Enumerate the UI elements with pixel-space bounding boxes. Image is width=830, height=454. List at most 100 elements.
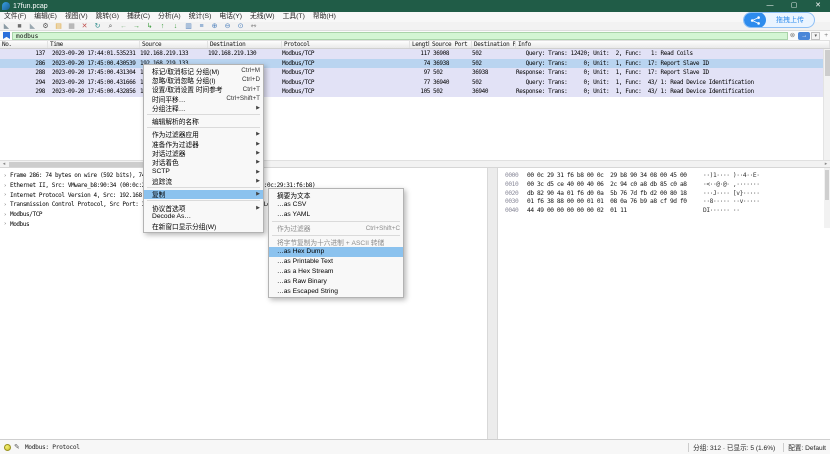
forward-icon[interactable]: → (130, 22, 143, 31)
menu-bar-item[interactable]: 跳转(G) (92, 12, 123, 22)
expert-info-icon[interactable] (4, 444, 11, 451)
open-file-icon[interactable]: ▤ (52, 22, 65, 31)
maximize-button[interactable]: ▢ (782, 0, 806, 12)
packet-row[interactable]: 294 2023-09-20 17:45:00.431666 192.168.2… (0, 78, 830, 88)
submenu-item[interactable]: …as YAML ▶ (269, 210, 403, 220)
packet-list-vertical-scrollbar[interactable] (823, 49, 830, 160)
packet-row[interactable]: 298 2023-09-20 17:45:00.432856 192.168.2… (0, 87, 830, 97)
upload-overlay-button[interactable]: 拖拽上传 (743, 12, 815, 28)
menu-bar-item[interactable]: 帮助(H) (309, 12, 340, 22)
context-menu-item[interactable]: 追踪流 ▶ (144, 176, 263, 185)
scroll-right-arrow-icon[interactable]: ▸ (822, 161, 830, 168)
display-filter-input[interactable]: modbus (12, 32, 788, 40)
filter-clear-icon[interactable]: ⊗ (788, 31, 797, 41)
expand-chevron-icon[interactable]: › (0, 192, 10, 198)
menu-bar-item[interactable]: 编辑(E) (30, 12, 61, 22)
zoom-out-icon[interactable]: ⊖ (221, 22, 234, 31)
menu-bar-item[interactable]: 视图(V) (61, 12, 92, 22)
hex-pane-scrollbar[interactable] (824, 168, 830, 228)
column-header-length[interactable]: Length (410, 41, 430, 48)
filter-apply-icon[interactable]: → (798, 32, 810, 40)
save-file-icon[interactable]: ▦ (65, 22, 78, 31)
column-header-source-port[interactable]: Source Port (430, 41, 472, 48)
context-menu-item[interactable]: 分组注释… ▶ (144, 103, 263, 112)
capture-options-icon[interactable]: ⚙ (39, 22, 52, 31)
context-menu-item[interactable]: 作为过滤器应用 ▶ (144, 130, 263, 139)
column-header-time[interactable]: Time (48, 41, 140, 48)
scroll-left-arrow-icon[interactable]: ◂ (0, 161, 8, 168)
submenu-item[interactable]: …as Escaped String ▶ (269, 286, 403, 296)
context-menu-item[interactable]: 设置/取消设置 时间参考 Ctrl+T ▶ (144, 85, 263, 94)
menu-bar-item[interactable]: 捕获(C) (123, 12, 154, 22)
context-menu-item[interactable]: 准备作为过滤器 ▶ (144, 139, 263, 148)
submenu-item[interactable]: 将字节复制为十六进制 + ASCII 转储 ▶ (269, 237, 403, 247)
close-file-icon[interactable]: ✕ (78, 22, 91, 31)
go-top-icon[interactable]: ↑ (156, 22, 169, 31)
hex-dump-row[interactable]: 0020 db 82 90 4a 01 f6 d0 0a 5b 76 7d fb… (505, 190, 830, 199)
column-header-no[interactable]: No. (0, 41, 48, 48)
context-menu-item[interactable]: 对话过滤器 ▶ (144, 148, 263, 157)
context-menu-item[interactable]: SCTP ▶ (144, 167, 263, 176)
menu-bar-item[interactable]: 电话(Y) (215, 12, 246, 22)
scrollbar-thumb[interactable] (825, 50, 830, 76)
capture-comment-icon[interactable]: ✎ (14, 443, 20, 451)
zoom-in-icon[interactable]: ⊕ (208, 22, 221, 31)
submenu-item[interactable]: …as a Hex Stream ▶ (269, 267, 403, 277)
menu-bar-item[interactable]: 文件(F) (0, 12, 30, 22)
restart-capture-icon[interactable]: ◣ (26, 22, 39, 31)
column-header-source[interactable]: Source (140, 41, 208, 48)
context-menu-item[interactable]: 时间平移… Ctrl+Shift+T ▶ (144, 94, 263, 103)
menu-bar-item[interactable]: 工具(T) (279, 12, 309, 22)
stop-capture-icon[interactable]: ■ (13, 22, 26, 31)
auto-scroll-icon[interactable]: ≡ (195, 22, 208, 31)
expand-chevron-icon[interactable]: › (0, 221, 10, 227)
expand-chevron-icon[interactable]: › (0, 202, 10, 208)
scrollbar-thumb[interactable] (825, 170, 829, 200)
column-header-info[interactable]: Info (516, 41, 830, 48)
hex-dump-row[interactable]: 0000 00 0c 29 31 f6 b8 00 0c 29 b8 90 34… (505, 172, 830, 181)
goto-packet-icon[interactable]: ↳ (143, 22, 156, 31)
context-menu-item[interactable]: 编辑解析的名称 ▶ (144, 116, 263, 125)
reload-icon[interactable]: ↻ (91, 22, 104, 31)
column-header-destination-port[interactable]: Destination Port (472, 41, 516, 48)
submenu-item[interactable]: …as Printable Text ▶ (269, 257, 403, 267)
expand-chevron-icon[interactable]: › (0, 183, 10, 189)
pane-splitter[interactable] (487, 168, 498, 439)
column-header-protocol[interactable]: Protocol (282, 41, 410, 48)
hex-dump-row[interactable]: 0030 01 f6 38 88 00 00 01 01 08 0a 76 b9… (505, 198, 830, 207)
context-menu-item[interactable]: 协议首选项 ▶ (144, 203, 263, 212)
menu-bar-item[interactable]: 分析(A) (154, 12, 185, 22)
expand-chevron-icon[interactable]: › (0, 212, 10, 218)
minimize-button[interactable]: — (758, 0, 782, 12)
context-menu-item[interactable]: Decode As… ▶ (144, 212, 263, 221)
submenu-item[interactable]: …as CSV ▶ (269, 200, 403, 210)
submenu-item[interactable]: …as Raw Binary ▶ (269, 276, 403, 286)
expand-chevron-icon[interactable]: › (0, 173, 10, 179)
filter-add-button[interactable]: + (822, 31, 830, 41)
start-capture-icon[interactable]: ◣ (0, 22, 13, 31)
column-header-destination[interactable]: Destination (208, 41, 282, 48)
hex-dump-row[interactable]: 0040 44 49 00 00 00 00 00 02 01 11 DI···… (505, 207, 830, 216)
profile-text[interactable]: 配置: Default (788, 442, 830, 452)
context-menu-item[interactable]: 对话着色 ▶ (144, 158, 263, 167)
submenu-item[interactable]: 作为过滤器 Ctrl+Shift+C ▶ (269, 223, 403, 233)
find-packet-icon[interactable]: ⌕ (104, 22, 117, 31)
context-menu-item[interactable]: 标记/取消标记 分组(M) Ctrl+M ▶ (144, 66, 263, 75)
packet-row[interactable]: 286 2023-09-20 17:45:00.430539 192.168.2… (0, 59, 830, 69)
packet-list-horizontal-scrollbar[interactable]: ◂ ▸ (0, 160, 830, 168)
resize-columns-icon[interactable]: ⇿ (247, 22, 260, 31)
close-button[interactable]: ✕ (806, 0, 830, 12)
packet-row[interactable]: 288 2023-09-20 17:45:00.431304 192.168.2… (0, 68, 830, 78)
filter-dropdown-icon[interactable]: ▾ (811, 32, 820, 40)
zoom-reset-icon[interactable]: ⊙ (234, 22, 247, 31)
packet-row[interactable]: 137 2023-09-20 17:44:01.535231 192.168.2… (0, 49, 830, 59)
filter-bookmark-icon[interactable] (3, 32, 10, 39)
context-menu-item[interactable]: 忽略/取消忽略 分组(I) Ctrl+D ▶ (144, 75, 263, 84)
go-bottom-icon[interactable]: ↓ (169, 22, 182, 31)
back-icon[interactable]: ← (117, 22, 130, 31)
menu-bar-item[interactable]: 无线(W) (246, 12, 279, 22)
menu-bar-item[interactable]: 统计(S) (185, 12, 216, 22)
colorize-icon[interactable]: ▥ (182, 22, 195, 31)
submenu-item[interactable]: …as Hex Dump ▶ (269, 247, 403, 257)
submenu-item[interactable]: 摘要为文本 ▶ (269, 190, 403, 200)
